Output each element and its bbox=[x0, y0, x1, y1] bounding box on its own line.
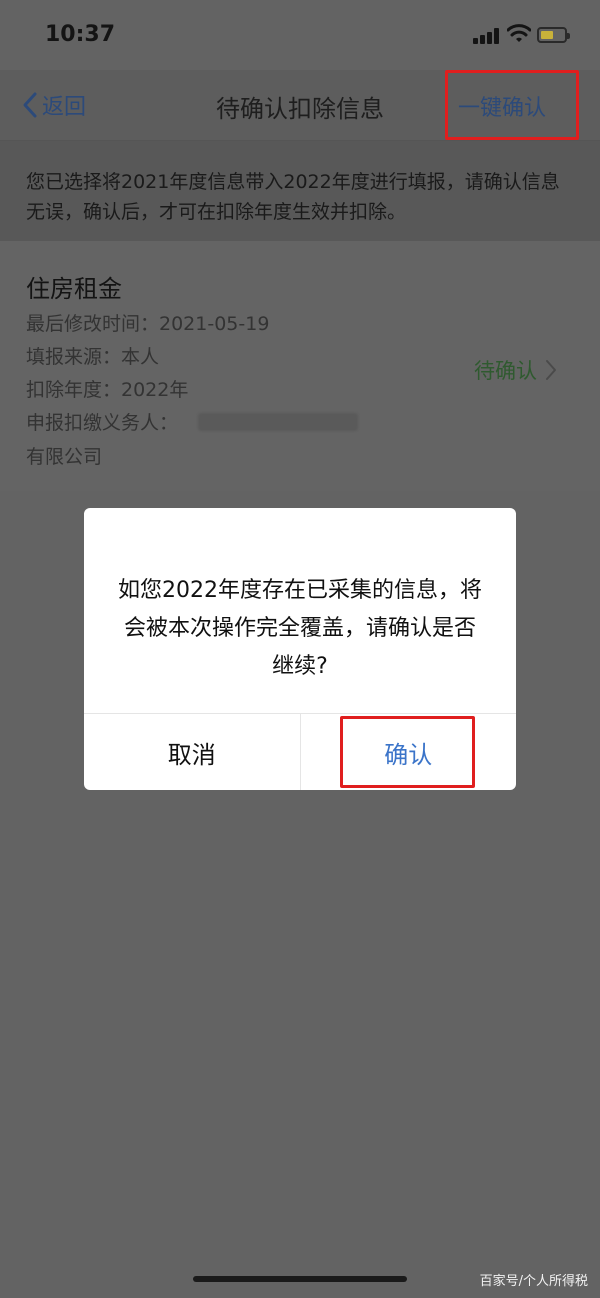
home-indicator[interactable] bbox=[193, 1276, 407, 1282]
battery-icon bbox=[537, 27, 570, 43]
status-bar: 10:37 bbox=[0, 0, 600, 70]
wifi-icon bbox=[507, 24, 531, 42]
record-status[interactable]: 待确认 bbox=[474, 355, 557, 385]
status-time: 10:37 bbox=[45, 22, 116, 47]
record-source: 填报来源：本人 bbox=[26, 346, 160, 368]
dialog-cancel-button[interactable]: 取消 bbox=[84, 714, 301, 790]
record-withholding-agent-label: 申报扣缴义务人： bbox=[26, 412, 179, 434]
annotation-highlight-confirm-all bbox=[445, 70, 579, 140]
annotation-highlight-confirm bbox=[340, 716, 475, 788]
record-status-label: 待确认 bbox=[474, 359, 537, 383]
record-modified-time: 最后修改时间：2021-05-19 bbox=[26, 313, 270, 335]
redacted-company-name bbox=[198, 413, 358, 431]
dialog-message: 如您2022年度存在已采集的信息，将会被本次操作完全覆盖，请确认是否继续? bbox=[118, 578, 482, 679]
app-screen: 10:37 返回 待确认扣除信息 一键确认 您已选择将2021年度信息带入202… bbox=[0, 0, 600, 1298]
deduction-record-card[interactable]: 住房租金 最后修改时间：2021-05-19 填报来源：本人 扣除年度：2022… bbox=[0, 241, 600, 491]
watermark: 百家号/个人所得税 bbox=[479, 1274, 588, 1289]
record-deduction-year: 扣除年度：2022年 bbox=[26, 379, 189, 401]
record-withholding-agent-suffix: 有限公司 bbox=[26, 446, 103, 468]
notice-text: 您已选择将2021年度信息带入2022年度进行填报，请确认信息无误，确认后，才可… bbox=[26, 171, 560, 223]
cellular-signal-icon bbox=[473, 28, 501, 44]
chevron-right-icon bbox=[546, 360, 556, 380]
notice-banner: 您已选择将2021年度信息带入2022年度进行填报，请确认信息无误，确认后，才可… bbox=[0, 141, 600, 241]
record-title: 住房租金 bbox=[26, 275, 122, 303]
